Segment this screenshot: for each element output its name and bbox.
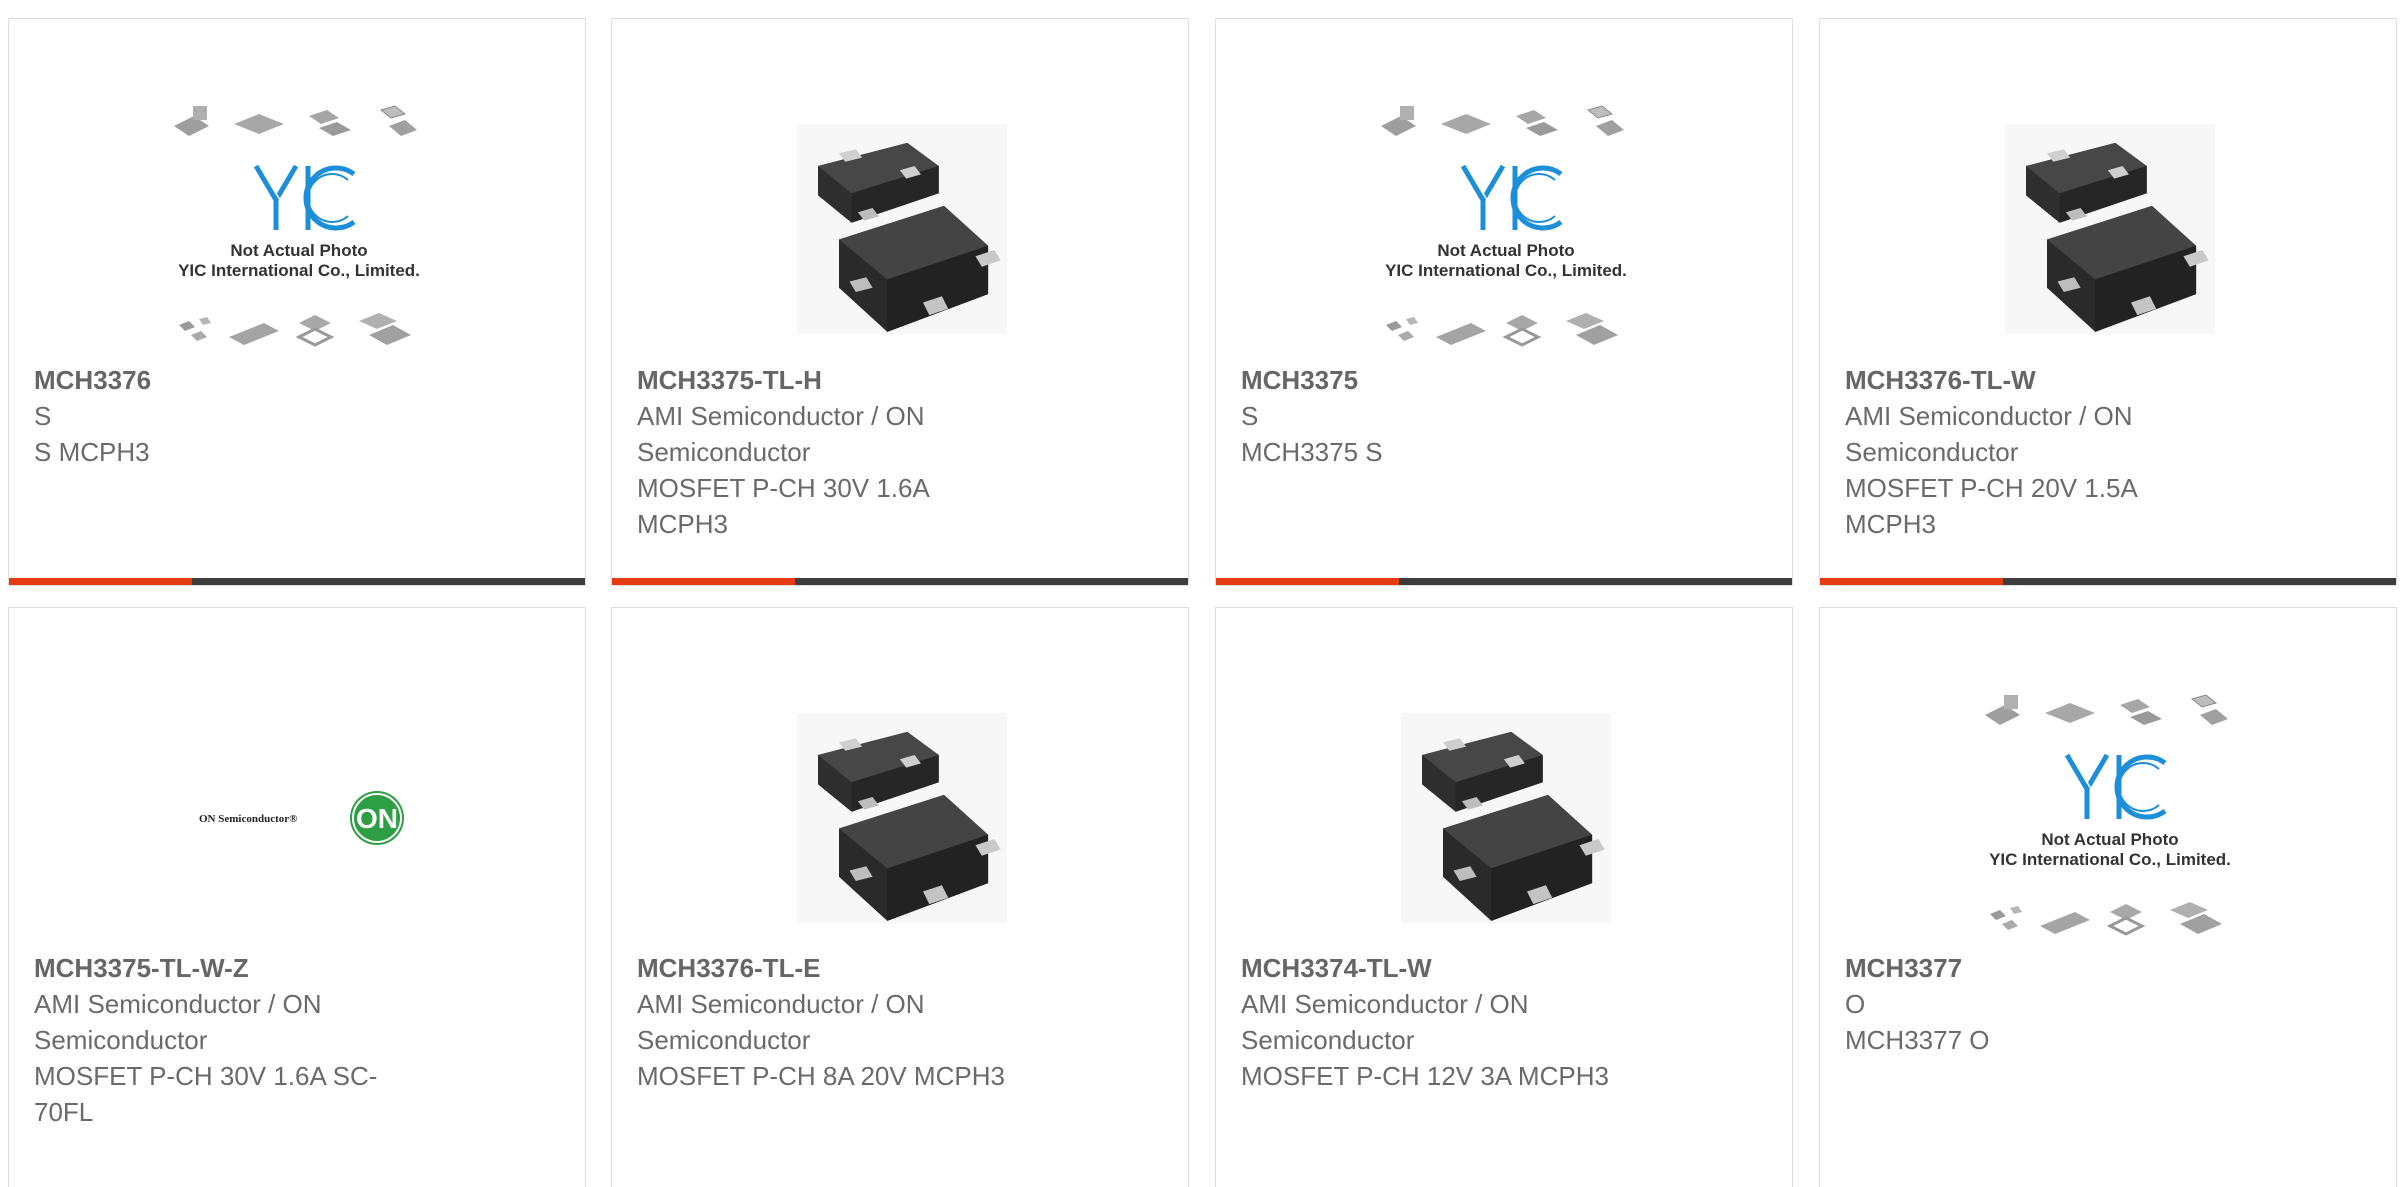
product-detail-line: MOSFET P-CH 8A 20V MCPH3 <box>637 1061 1005 1091</box>
chip-package-graphic <box>797 713 1007 923</box>
product-detail-line: Semiconductor <box>637 437 811 467</box>
part-number-link[interactable]: MCH3375 <box>1241 362 1641 398</box>
placeholder-company: YIC International Co., Limited. <box>1385 261 1627 280</box>
product-detail-line: AMI Semiconductor / ON <box>1845 401 2133 431</box>
placeholder-image[interactable]: Not Actual Photo YIC International Co., L… <box>1920 668 2300 968</box>
product-info: MCH3376-TL-E AMI Semiconductor / ON Semico… <box>637 950 1037 1094</box>
product-detail-line: AMI Semiconductor / ON <box>637 401 925 431</box>
on-semiconductor-logo-graphic: ON Semiconductor® ON <box>199 791 404 845</box>
placeholder-graphic: Not Actual PhotoYIC International Co., L… <box>173 105 420 347</box>
product-detail-line: MCPH3 <box>637 509 729 539</box>
product-info: MCH3375-TL-W-Z AMI Semiconductor / ON Semi… <box>34 950 434 1130</box>
card-footer-bar <box>9 578 585 585</box>
product-info: MCH3376-TL-W AMI Semiconductor / ON Semico… <box>1845 362 2245 542</box>
product-card[interactable]: Not Actual Photo YIC International Co., L… <box>1215 18 1793 586</box>
part-number-link[interactable]: MCH3375-TL-W-Z <box>34 950 434 986</box>
product-detail-line: Semiconductor <box>1241 1025 1415 1055</box>
product-card[interactable]: MCH3376-TL-E AMI Semiconductor / ON Semico… <box>611 607 1189 1187</box>
product-detail-line: S <box>34 401 52 431</box>
placeholder-company: YIC International Co., Limited. <box>178 261 420 280</box>
placeholder-graphic: Not Actual PhotoYIC International Co., L… <box>1984 694 2231 936</box>
product-detail-line: S <box>1241 401 1259 431</box>
product-info: MCH3376 S S MCPH3 <box>34 362 434 470</box>
product-info: MCH3374-TL-W AMI Semiconductor / ON Semico… <box>1241 950 1641 1094</box>
chip-package-graphic <box>797 124 1007 334</box>
placeholder-company: YIC International Co., Limited. <box>1989 850 2231 869</box>
product-detail-line: MOSFET P-CH 30V 1.6A SC- <box>34 1061 378 1091</box>
placeholder-note: Not Actual Photo <box>230 241 367 260</box>
chip-photo[interactable] <box>1316 668 1696 968</box>
card-footer-bar <box>612 578 1188 585</box>
part-number-link[interactable]: MCH3375-TL-H <box>637 362 1037 398</box>
product-card[interactable]: MCH3374-TL-W AMI Semiconductor / ON Semico… <box>1215 607 1793 1187</box>
product-detail-line: O <box>1845 989 1866 1019</box>
on-badge-text: ON <box>356 803 398 834</box>
placeholder-image[interactable]: Not Actual Photo YIC International Co., L… <box>109 79 489 379</box>
on-semiconductor-logo[interactable]: ON Semiconductor® ON <box>109 668 489 968</box>
product-detail-line: MCPH3 <box>1845 509 1937 539</box>
yic-logo-icon <box>253 164 356 231</box>
placeholder-graphic: Not Actual PhotoYIC International Co., L… <box>1380 105 1627 347</box>
on-brand-text: ON Semiconductor® <box>199 813 297 825</box>
product-card[interactable]: Not Actual Photo YIC International Co., L… <box>8 18 586 586</box>
product-card[interactable]: MCH3376-TL-W AMI Semiconductor / ON Semico… <box>1819 18 2397 586</box>
product-info: MCH3375-TL-H AMI Semiconductor / ON Semico… <box>637 362 1037 542</box>
product-info: MCH3375 S MCH3375 S <box>1241 362 1641 470</box>
product-detail-line: Semiconductor <box>34 1025 208 1055</box>
product-detail-line: MCH3377 O <box>1845 1025 1990 1055</box>
product-card[interactable]: Not Actual Photo YIC International Co., L… <box>1819 607 2397 1187</box>
product-detail-line: AMI Semiconductor / ON <box>637 989 925 1019</box>
placeholder-image[interactable]: Not Actual Photo YIC International Co., L… <box>1316 79 1696 379</box>
product-card[interactable]: ON Semiconductor® ON MCH3375-TL-W-Z AMI Sem… <box>8 607 586 1187</box>
product-info: MCH3377 O MCH3377 O <box>1845 950 2245 1058</box>
product-detail-line: S MCPH3 <box>34 437 150 467</box>
yic-logo-icon <box>2064 753 2167 820</box>
part-number-link[interactable]: MCH3376 <box>34 362 434 398</box>
card-accent-stripe <box>612 578 795 585</box>
product-detail-line: MOSFET P-CH 20V 1.5A <box>1845 473 2138 503</box>
yic-logo-icon <box>1460 164 1563 231</box>
chip-package-graphic <box>1401 713 1611 923</box>
product-detail-line: 70FL <box>34 1097 94 1127</box>
product-detail-line: MOSFET P-CH 12V 3A MCPH3 <box>1241 1061 1609 1091</box>
product-card[interactable]: MCH3375-TL-H AMI Semiconductor / ON Semico… <box>611 18 1189 586</box>
part-number-link[interactable]: MCH3374-TL-W <box>1241 950 1641 986</box>
product-detail-line: MOSFET P-CH 30V 1.6A <box>637 473 930 503</box>
part-number-link[interactable]: MCH3376-TL-E <box>637 950 1037 986</box>
part-number-link[interactable]: MCH3377 <box>1845 950 2245 986</box>
product-detail-line: AMI Semiconductor / ON <box>1241 989 1529 1019</box>
product-detail-line: AMI Semiconductor / ON <box>34 989 322 1019</box>
placeholder-note: Not Actual Photo <box>2041 830 2178 849</box>
chip-package-graphic <box>2005 124 2215 334</box>
placeholder-note: Not Actual Photo <box>1437 241 1574 260</box>
card-footer-bar <box>1820 578 2396 585</box>
card-footer-bar <box>1216 578 1792 585</box>
chip-photo[interactable] <box>712 79 1092 379</box>
product-detail-line: Semiconductor <box>1845 437 2019 467</box>
card-accent-stripe <box>1820 578 2003 585</box>
product-detail-line: MCH3375 S <box>1241 437 1383 467</box>
chip-photo[interactable] <box>712 668 1092 968</box>
chip-photo[interactable] <box>1920 79 2300 379</box>
card-accent-stripe <box>1216 578 1399 585</box>
card-accent-stripe <box>9 578 192 585</box>
product-detail-line: Semiconductor <box>637 1025 811 1055</box>
part-number-link[interactable]: MCH3376-TL-W <box>1845 362 2245 398</box>
